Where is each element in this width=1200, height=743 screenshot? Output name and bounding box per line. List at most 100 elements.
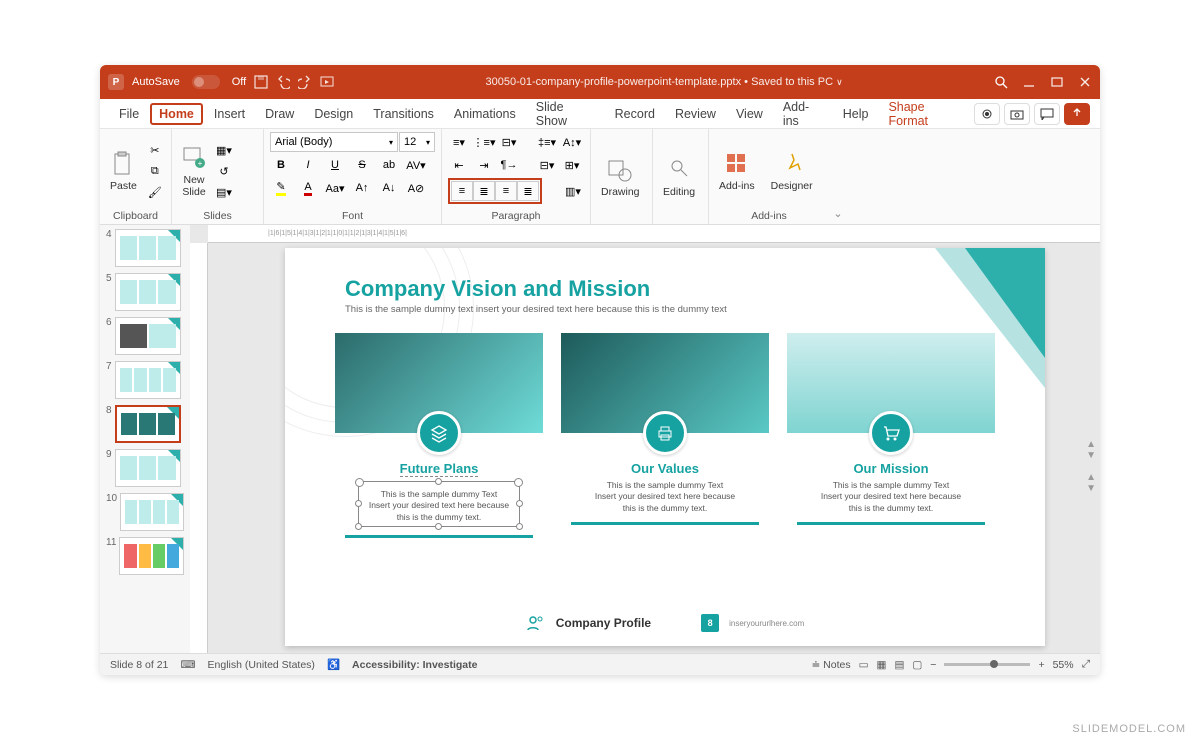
thumb-4[interactable]: 4 xyxy=(106,229,184,267)
tab-insert[interactable]: Insert xyxy=(205,103,254,125)
designer-button[interactable]: Designer xyxy=(767,148,817,194)
align-right-button[interactable]: ≡ xyxy=(495,181,517,201)
thumb-6[interactable]: 6 xyxy=(106,317,184,355)
tab-view[interactable]: View xyxy=(727,103,772,125)
cut-icon[interactable]: ✂ xyxy=(144,140,166,160)
accessibility-icon[interactable]: ♿ xyxy=(327,658,340,671)
tab-file[interactable]: File xyxy=(110,103,148,125)
zoom-out-icon[interactable]: − xyxy=(930,659,936,671)
italic-button[interactable]: I xyxy=(297,155,319,175)
tab-help[interactable]: Help xyxy=(834,103,878,125)
reset-icon[interactable]: ↺ xyxy=(213,161,235,181)
strike-button[interactable]: S xyxy=(351,155,373,175)
thumb-7[interactable]: 7 xyxy=(106,361,184,399)
view-sorter-icon[interactable]: ▦ xyxy=(877,659,887,671)
comments-button[interactable] xyxy=(1034,103,1060,125)
slide-editor[interactable]: |1|6|1|5|1|4|1|3|1|2|1|1|0|1|1|2|1|3|1|4… xyxy=(190,225,1100,653)
save-icon[interactable] xyxy=(254,75,268,89)
lang-icon[interactable]: ⌨ xyxy=(180,659,195,671)
selected-textbox[interactable]: This is the sample dummy Text Insert you… xyxy=(358,481,520,527)
status-accessibility[interactable]: Accessibility: Investigate xyxy=(352,659,477,671)
startfrombeginning-icon[interactable] xyxy=(320,75,334,89)
drawing-button[interactable]: Drawing xyxy=(597,154,644,200)
zoom-in-icon[interactable]: + xyxy=(1038,659,1044,671)
undo-icon[interactable] xyxy=(276,75,290,89)
copy-icon[interactable]: ⧉ xyxy=(144,161,166,181)
card-our-values[interactable]: Our Values This is the sample dummy Text… xyxy=(561,333,769,538)
format-painter-icon[interactable]: 🖌 xyxy=(144,182,166,202)
slide-nav-arrows[interactable]: ▲▼▲▼ xyxy=(1086,439,1096,494)
camera-button[interactable] xyxy=(1004,103,1030,125)
section-icon[interactable]: ▤▾ xyxy=(213,182,235,202)
align-text-button[interactable]: ⊟▾ xyxy=(536,155,558,175)
font-color-button[interactable]: A xyxy=(297,178,319,198)
char-spacing-button[interactable]: AV▾ xyxy=(405,155,427,175)
card-future-plans[interactable]: Future Plans This is the sample dummy Te… xyxy=(335,333,543,538)
slide-canvas[interactable]: Company Vision and Mission This is the s… xyxy=(285,248,1045,646)
thumb-8[interactable]: 8 xyxy=(106,405,184,443)
tab-design[interactable]: Design xyxy=(305,103,362,125)
redo-icon[interactable] xyxy=(298,75,312,89)
card-desc[interactable]: This is the sample dummy Text Insert you… xyxy=(591,480,739,514)
tab-transitions[interactable]: Transitions xyxy=(364,103,443,125)
align-left-button[interactable]: ≡ xyxy=(451,181,473,201)
zoom-value[interactable]: 55% xyxy=(1053,659,1074,671)
justify-button[interactable]: ≣ xyxy=(517,181,539,201)
bullets-button[interactable]: ≡▾ xyxy=(448,132,470,152)
change-case-button[interactable]: Aa▾ xyxy=(324,178,346,198)
close-icon[interactable] xyxy=(1078,75,1092,89)
slide-thumbnails[interactable]: 4 5 6 7 8 9 10 11 xyxy=(100,225,190,653)
layout-icon[interactable]: ▦▾ xyxy=(213,140,235,160)
view-slideshow-icon[interactable]: ▢ xyxy=(912,659,922,671)
slide-subtitle[interactable]: This is the sample dummy text insert you… xyxy=(345,304,727,315)
list-level-button[interactable]: ⊟▾ xyxy=(498,132,520,152)
new-slide-button[interactable]: + New Slide xyxy=(178,142,210,200)
tab-addins[interactable]: Add-ins xyxy=(774,96,832,132)
addins-button[interactable]: Add-ins xyxy=(715,148,759,194)
clear-format-button[interactable]: A⊘ xyxy=(405,178,427,198)
status-lang[interactable]: English (United States) xyxy=(208,659,315,671)
font-size-select[interactable]: 12▾ xyxy=(399,132,435,152)
maximize-icon[interactable] xyxy=(1050,75,1064,89)
font-name-select[interactable]: Arial (Body)▾ xyxy=(270,132,398,152)
numbering-button[interactable]: ⋮≡▾ xyxy=(473,132,495,152)
minimize-icon[interactable] xyxy=(1022,75,1036,89)
underline-button[interactable]: U xyxy=(324,155,346,175)
align-center-button[interactable]: ≣ xyxy=(473,181,495,201)
highlight-button[interactable]: ✎ xyxy=(270,178,292,198)
tab-home[interactable]: Home xyxy=(150,103,203,125)
tab-draw[interactable]: Draw xyxy=(256,103,303,125)
card-desc[interactable]: This is the sample dummy Text Insert you… xyxy=(365,489,513,523)
tab-review[interactable]: Review xyxy=(666,103,725,125)
line-spacing-button[interactable]: ‡≡▾ xyxy=(536,132,558,152)
card-our-mission[interactable]: Our Mission This is the sample dummy Tex… xyxy=(787,333,995,538)
view-normal-icon[interactable]: ▭ xyxy=(859,659,869,671)
text-direction-button[interactable]: A↕▾ xyxy=(561,132,583,152)
search-icon[interactable] xyxy=(994,75,1008,89)
ltr-button[interactable]: ¶→ xyxy=(498,155,520,175)
tab-record[interactable]: Record xyxy=(606,103,664,125)
thumb-10[interactable]: 10 xyxy=(106,493,184,531)
autosave-toggle[interactable] xyxy=(192,75,220,89)
columns-button[interactable]: ▥▾ xyxy=(562,181,584,201)
slide-title[interactable]: Company Vision and Mission xyxy=(345,276,650,302)
share-button[interactable] xyxy=(1064,103,1090,125)
card-title[interactable]: Our Values xyxy=(631,461,699,476)
inc-indent-button[interactable]: ⇥ xyxy=(473,155,495,175)
tab-slideshow[interactable]: Slide Show xyxy=(527,96,604,132)
view-reading-icon[interactable]: ▤ xyxy=(894,659,904,671)
zoom-slider[interactable] xyxy=(944,663,1030,666)
dec-indent-button[interactable]: ⇤ xyxy=(448,155,470,175)
thumb-11[interactable]: 11 xyxy=(106,537,184,575)
shrink-font-button[interactable]: A↓ xyxy=(378,178,400,198)
convert-smartart-button[interactable]: ⊞▾ xyxy=(561,155,583,175)
tab-animations[interactable]: Animations xyxy=(445,103,525,125)
shadow-button[interactable]: ab xyxy=(378,155,400,175)
card-desc[interactable]: This is the sample dummy Text Insert you… xyxy=(817,480,965,514)
card-title[interactable]: Our Mission xyxy=(853,461,928,476)
thumb-5[interactable]: 5 xyxy=(106,273,184,311)
ribbon-collapse-icon[interactable]: ⌄ xyxy=(829,129,847,224)
grow-font-button[interactable]: A↑ xyxy=(351,178,373,198)
card-title[interactable]: Future Plans xyxy=(400,461,479,477)
record-button[interactable] xyxy=(974,103,1000,125)
